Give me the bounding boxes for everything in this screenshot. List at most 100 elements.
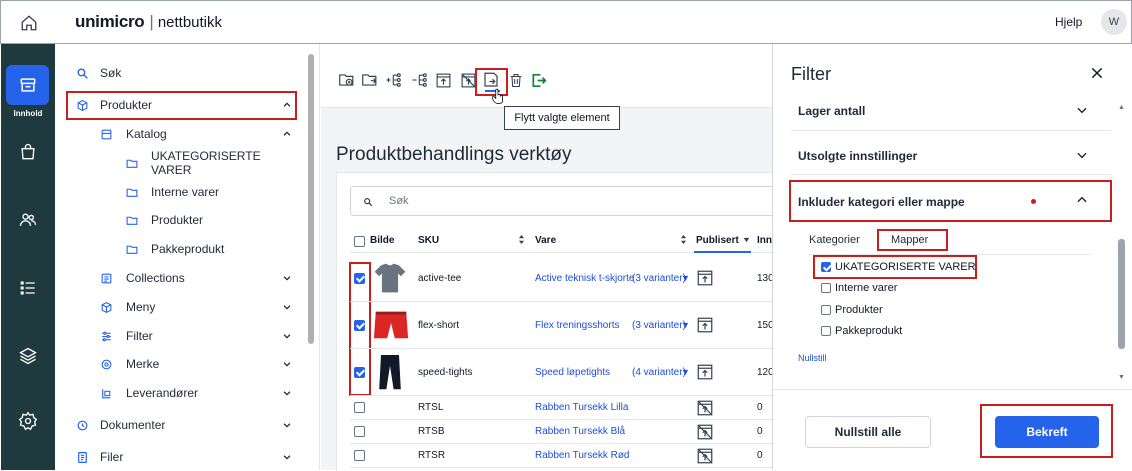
- table-row[interactable]: speed-tights Speed løpetights (4 variant…: [350, 349, 780, 396]
- reset-link[interactable]: Nullstill: [798, 353, 827, 363]
- rail-item-customers[interactable]: [1, 200, 55, 240]
- dropdown-arrow-icon[interactable]: ▼: [681, 273, 690, 283]
- product-link[interactable]: Rabben Tursekk Lilla: [535, 402, 628, 413]
- product-link[interactable]: Speed løpetights: [535, 367, 610, 378]
- sidebar-item-filter[interactable]: Filter: [55, 324, 300, 348]
- option-uncategorized[interactable]: UKATEGORISERTE VARER: [821, 261, 976, 273]
- sidebar-item-folder-internal[interactable]: Interne varer: [55, 180, 300, 204]
- sort-desc-icon[interactable]: [743, 235, 750, 246]
- column-header-inn[interactable]: Inn: [757, 235, 772, 246]
- scroll-down-icon[interactable]: ▼: [1118, 374, 1125, 381]
- avatar[interactable]: W: [1101, 9, 1127, 35]
- rail-item-content[interactable]: [6, 65, 49, 105]
- sidebar-item-search[interactable]: Søk: [55, 61, 300, 85]
- sidebar-item-folder-package[interactable]: Pakkeprodukt: [55, 237, 300, 261]
- move-selected-icon[interactable]: [482, 71, 500, 89]
- confirm-button[interactable]: Bekreft: [995, 416, 1099, 448]
- option-internal[interactable]: Interne varer: [821, 282, 897, 294]
- rail-item-settings[interactable]: [1, 401, 55, 441]
- table-row[interactable]: active-tee Active teknisk t-skjorte (3 v…: [350, 255, 780, 302]
- select-all-checkbox[interactable]: [354, 236, 365, 247]
- published-icon[interactable]: [696, 363, 714, 381]
- variants-link[interactable]: (3 varianter): [632, 320, 686, 331]
- rail-item-orders[interactable]: [1, 268, 55, 308]
- scroll-up-icon[interactable]: ▲: [1118, 104, 1125, 111]
- sidebar-scroll-thumb[interactable]: [308, 54, 314, 344]
- option-checkbox[interactable]: [821, 283, 831, 293]
- column-header-publisert[interactable]: Publisert: [696, 235, 739, 246]
- close-button[interactable]: [1090, 66, 1106, 82]
- product-link[interactable]: Flex treningsshorts: [535, 320, 619, 331]
- home-button[interactable]: [1, 1, 56, 44]
- sidebar-item-folder-products[interactable]: Produkter: [55, 208, 300, 232]
- filter-scroll-thumb[interactable]: [1118, 239, 1125, 349]
- row-checkbox[interactable]: [354, 273, 365, 284]
- sidebar-item-collections[interactable]: Collections: [55, 266, 300, 290]
- dropdown-arrow-icon[interactable]: ▼: [681, 320, 690, 330]
- section-sold-out-settings[interactable]: Utsolgte innstillinger: [798, 149, 917, 163]
- product-image-tshirt: [372, 260, 408, 299]
- sidebar-item-products[interactable]: Produkter: [55, 93, 300, 117]
- export-icon[interactable]: [530, 71, 548, 89]
- search-input[interactable]: Søk: [350, 186, 780, 216]
- sidebar-item-brand[interactable]: Merke: [55, 352, 300, 376]
- rail-item-shop[interactable]: [1, 132, 55, 172]
- sidebar-item-documents[interactable]: Dokumenter: [55, 413, 300, 437]
- tab-categories[interactable]: Kategorier: [809, 234, 860, 246]
- sidebar-scrollbar[interactable]: [308, 54, 314, 454]
- row-checkbox[interactable]: [354, 320, 365, 331]
- add-folder-icon[interactable]: [338, 71, 356, 89]
- table-row[interactable]: flex-short Flex treningsshorts (3 varian…: [350, 302, 780, 349]
- table-row[interactable]: RTSR Rabben Tursekk Rød 0: [350, 444, 780, 468]
- table-row[interactable]: RTSB Rabben Tursekk Blå 0: [350, 420, 780, 444]
- sort-icon[interactable]: [680, 235, 687, 247]
- product-link[interactable]: Active teknisk t-skjorte: [535, 273, 634, 284]
- chevron-up-icon[interactable]: [1075, 193, 1089, 207]
- column-header-sku[interactable]: SKU: [418, 235, 439, 246]
- option-checkbox[interactable]: [821, 262, 831, 272]
- row-checkbox[interactable]: [354, 426, 365, 437]
- sidebar-item-suppliers[interactable]: Leverandører: [55, 381, 300, 405]
- option-checkbox[interactable]: [821, 326, 831, 336]
- unpublished-icon[interactable]: [696, 423, 714, 441]
- published-icon[interactable]: [696, 316, 714, 334]
- sidebar-item-menu[interactable]: Meny: [55, 295, 300, 319]
- add-node-icon[interactable]: [385, 71, 403, 89]
- filter-scrollbar[interactable]: ▲ ▼: [1117, 104, 1125, 389]
- option-checkbox[interactable]: [821, 305, 831, 315]
- sort-icon[interactable]: [518, 235, 525, 247]
- unpublished-icon[interactable]: [696, 399, 714, 417]
- reset-all-button[interactable]: Nullstill alle: [805, 416, 931, 448]
- trash-icon[interactable]: [507, 71, 525, 89]
- product-link[interactable]: Rabben Tursekk Blå: [535, 426, 625, 437]
- section-stock-quantity[interactable]: Lager antall: [798, 104, 865, 118]
- column-header-vare[interactable]: Vare: [535, 235, 556, 246]
- dropdown-arrow-icon[interactable]: ▼: [681, 367, 690, 377]
- table-row[interactable]: RTSL Rabben Tursekk Lilla 0: [350, 396, 780, 420]
- section-include-category-folder[interactable]: Inkluder kategori eller mappe: [798, 195, 965, 209]
- product-image-tights: [372, 353, 408, 396]
- sidebar-item-catalog[interactable]: Katalog: [55, 122, 300, 146]
- variants-link[interactable]: (4 varianter): [632, 367, 686, 378]
- users-icon: [19, 213, 37, 226]
- remove-node-icon[interactable]: [411, 71, 429, 89]
- help-link[interactable]: Hjelp: [1055, 15, 1082, 29]
- unpublished-icon[interactable]: [696, 447, 714, 465]
- variants-link[interactable]: (3 varianter): [632, 273, 686, 284]
- sidebar-item-folder-uncategorized[interactable]: UKATEGORISERTE VARER: [55, 149, 300, 177]
- publish-icon[interactable]: [434, 71, 452, 89]
- option-products[interactable]: Produkter: [821, 304, 883, 316]
- row-checkbox[interactable]: [354, 450, 365, 461]
- sliders-icon: [99, 329, 113, 343]
- row-checkbox[interactable]: [354, 367, 365, 378]
- move-folder-icon[interactable]: [361, 71, 379, 89]
- tab-folders[interactable]: Mapper: [891, 234, 928, 246]
- rail-item-layers[interactable]: [1, 336, 55, 376]
- option-package[interactable]: Pakkeprodukt: [821, 325, 902, 337]
- sidebar-item-files[interactable]: Filer: [55, 445, 300, 469]
- product-link[interactable]: Rabben Tursekk Rød: [535, 450, 630, 461]
- published-icon[interactable]: [696, 269, 714, 287]
- chevron-down-icon[interactable]: [1075, 148, 1089, 162]
- row-checkbox[interactable]: [354, 402, 365, 413]
- chevron-down-icon[interactable]: [1075, 103, 1089, 117]
